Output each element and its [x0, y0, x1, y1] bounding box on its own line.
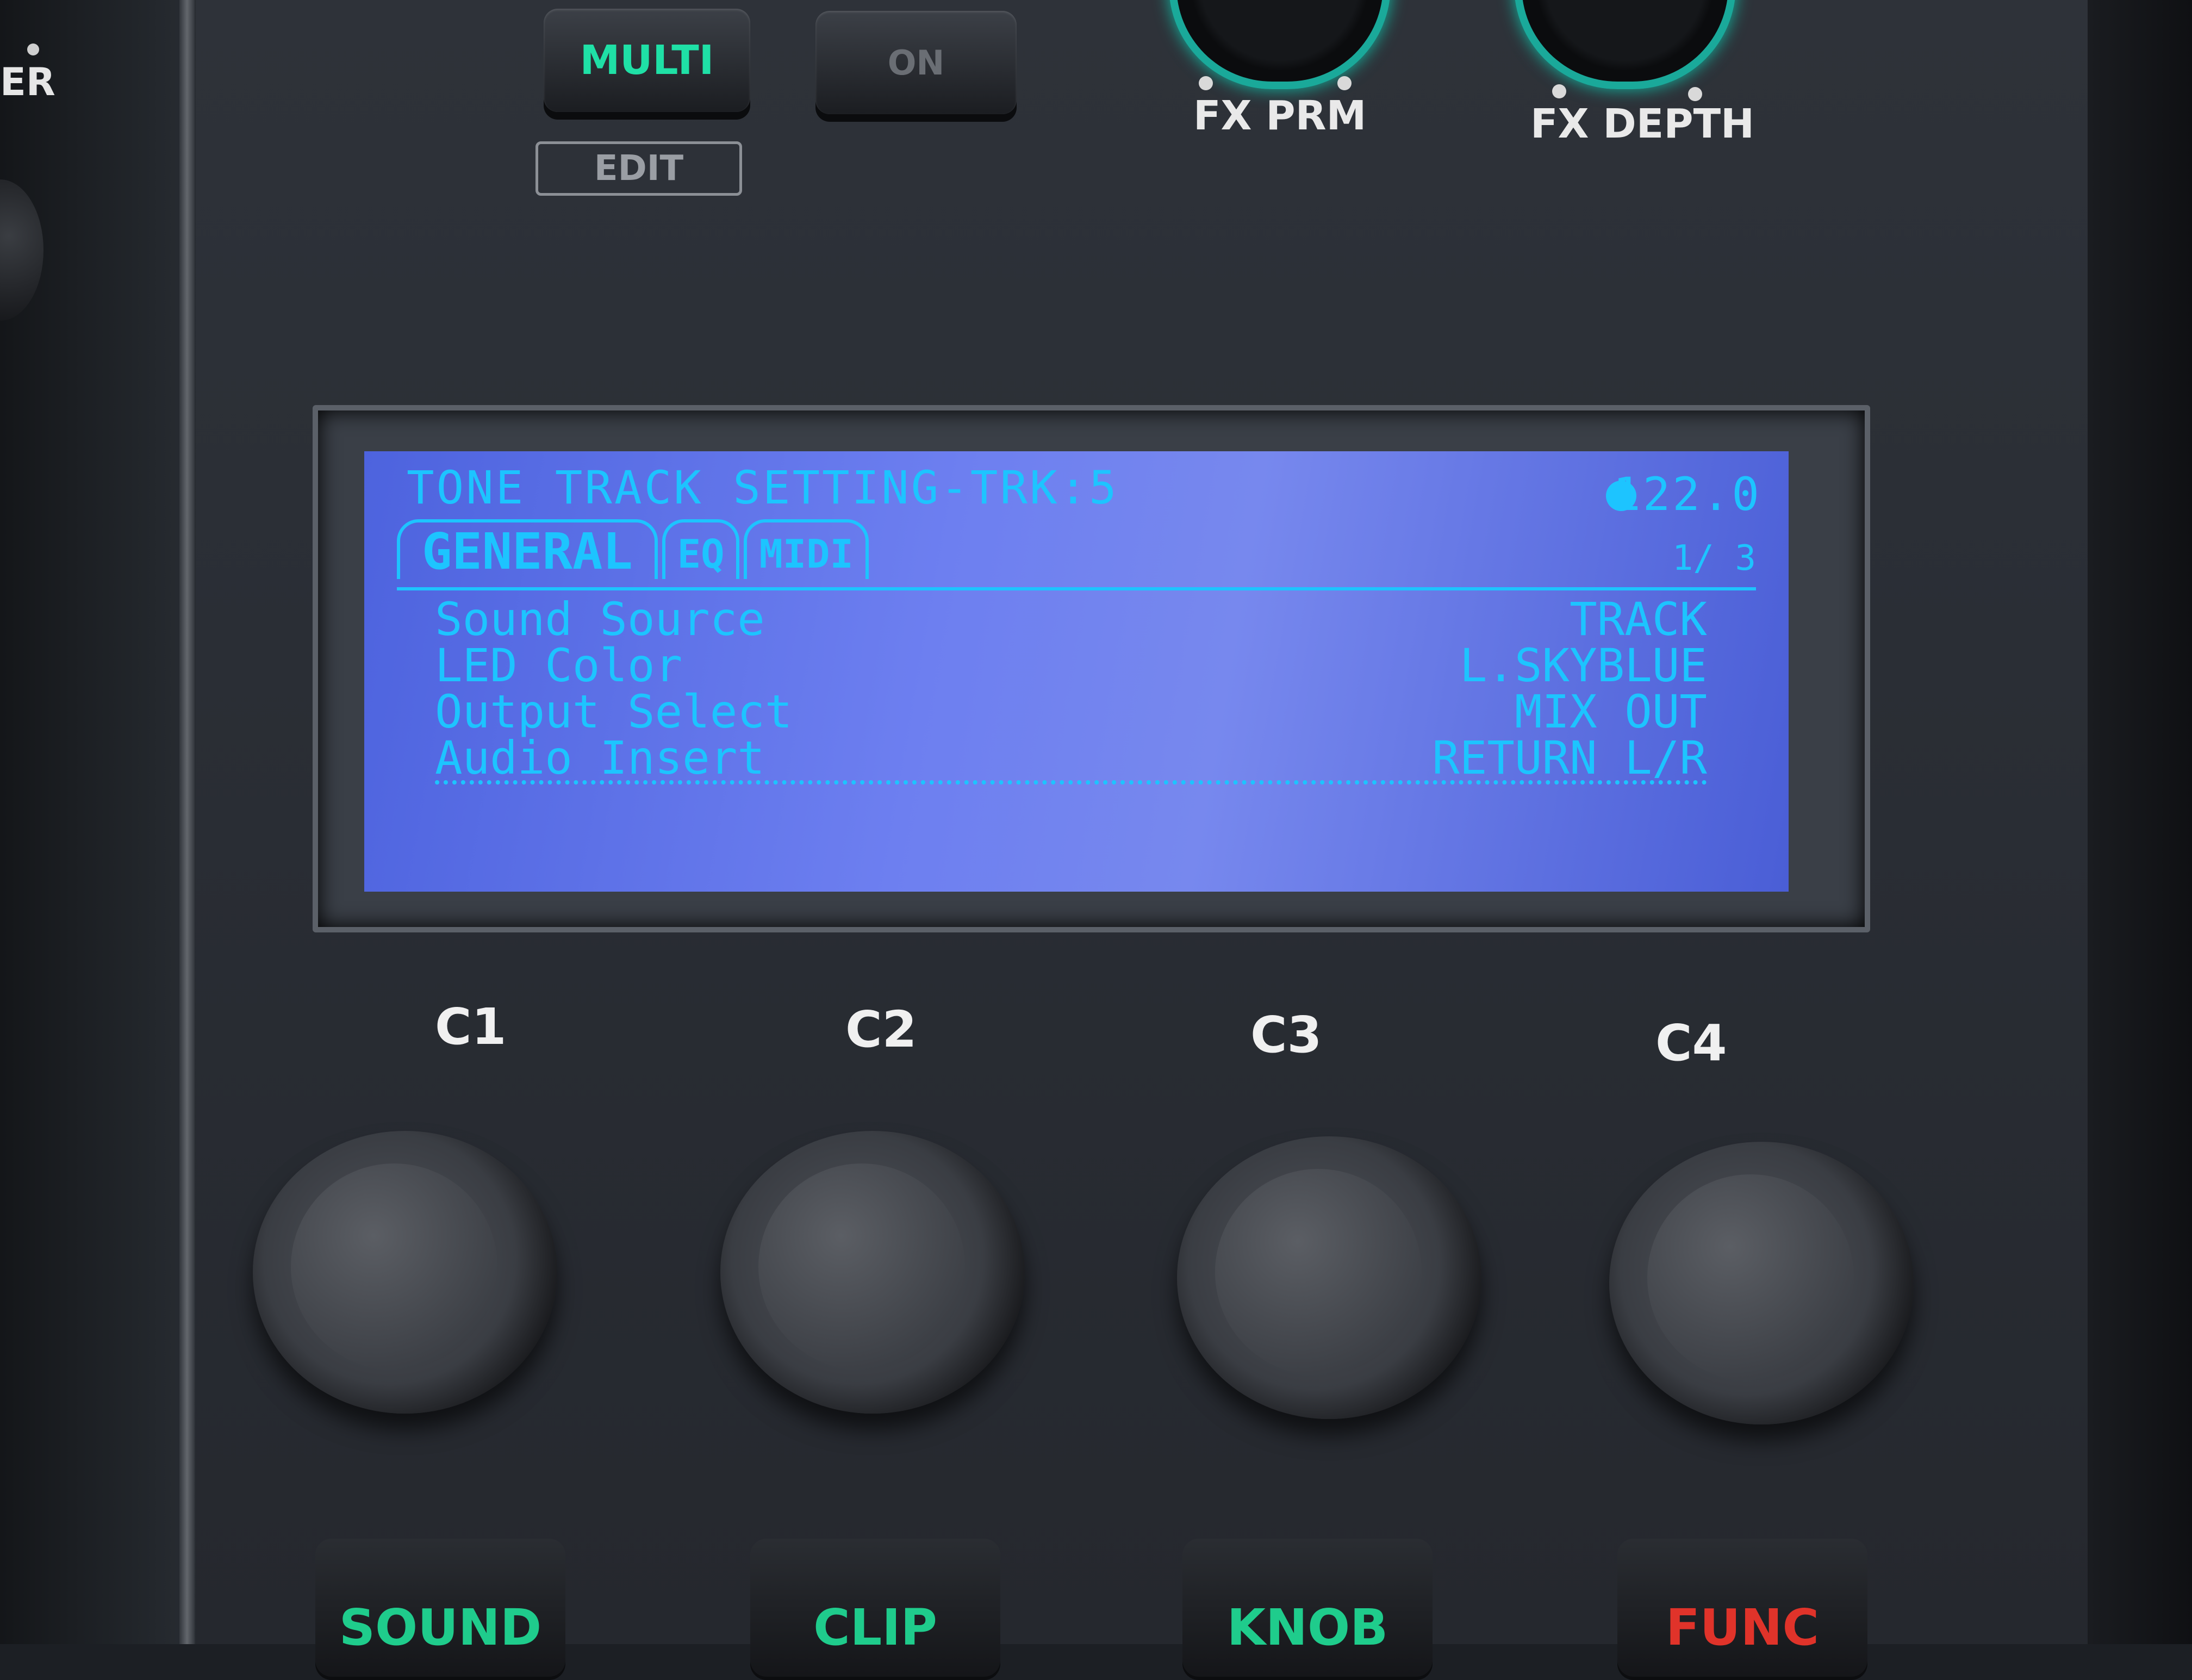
indicator-dot [1552, 84, 1566, 98]
knob-label-c1: C1 [435, 998, 507, 1056]
param-row[interactable]: Sound Source TRACK [435, 593, 1707, 646]
param-label: Output Select [435, 685, 793, 738]
param-row-selected[interactable]: Audio Insert RETURN L/R [435, 731, 1707, 785]
sound-button[interactable]: SOUND [315, 1539, 565, 1680]
tab-eq[interactable]: EQ [662, 519, 740, 579]
knob-c2[interactable] [720, 1131, 1025, 1414]
knob-cap [758, 1163, 965, 1370]
knob-c3[interactable] [1177, 1136, 1481, 1419]
knob-label-c3: C3 [1250, 1006, 1322, 1064]
indicator-dot [1688, 87, 1702, 101]
right-device-edge [2088, 0, 2192, 1644]
param-label: Audio Insert [435, 731, 765, 785]
knob-cap [1647, 1174, 1854, 1381]
clip-button[interactable]: CLIP [750, 1539, 1000, 1680]
knob-assign-button[interactable]: KNOB [1182, 1539, 1433, 1680]
param-value: TRACK [1570, 593, 1707, 646]
param-row[interactable]: LED Color L.SKYBLUE [435, 639, 1707, 692]
func-label: FUNC [1665, 1598, 1820, 1657]
tab-bar: GENERAL EQ MIDI [397, 519, 873, 581]
param-value: RETURN L/R [1432, 731, 1707, 785]
knob-c1[interactable] [253, 1131, 557, 1414]
param-row[interactable]: Output Select MIX OUT [435, 685, 1707, 738]
fx-prm-label: FX PRM [1193, 92, 1367, 139]
on-button[interactable]: ON [815, 11, 1017, 114]
knob-cap [291, 1163, 497, 1370]
param-value: MIX OUT [1514, 685, 1707, 738]
sound-label: SOUND [339, 1598, 542, 1657]
knob-label: KNOB [1226, 1598, 1388, 1657]
param-value: L.SKYBLUE [1459, 639, 1707, 692]
knob-label-c2: C2 [845, 1000, 917, 1059]
knob-cap [1215, 1169, 1422, 1376]
param-label: LED Color [435, 639, 683, 692]
tab-general[interactable]: GENERAL [397, 519, 658, 581]
fx-depth-label: FX DEPTH [1530, 101, 1754, 147]
knob-c4[interactable] [1609, 1142, 1914, 1424]
clip-label: CLIP [813, 1598, 937, 1657]
left-partial-label: ER [0, 60, 55, 104]
func-button[interactable]: FUNC [1617, 1539, 1867, 1680]
indicator-dot [27, 43, 39, 55]
param-label: Sound Source [435, 593, 765, 646]
lcd-screen: TONE TRACK SETTING-TRK:5 122.0 GENERAL E… [364, 451, 1789, 892]
page-indicator: 1/ 3 [1672, 538, 1756, 578]
multi-button[interactable]: MULTI [544, 9, 750, 112]
indicator-dot [1337, 76, 1352, 90]
left-rail [179, 0, 195, 1644]
edit-label: EDIT [535, 141, 742, 196]
lcd-title: TONE TRACK SETTING-TRK:5 [407, 461, 1119, 514]
tab-underline [397, 587, 1756, 590]
tempo-value: 122.0 [1613, 468, 1761, 521]
knob-label-c4: C4 [1655, 1014, 1727, 1072]
tab-midi[interactable]: MIDI [744, 519, 869, 579]
indicator-dot [1199, 76, 1213, 90]
